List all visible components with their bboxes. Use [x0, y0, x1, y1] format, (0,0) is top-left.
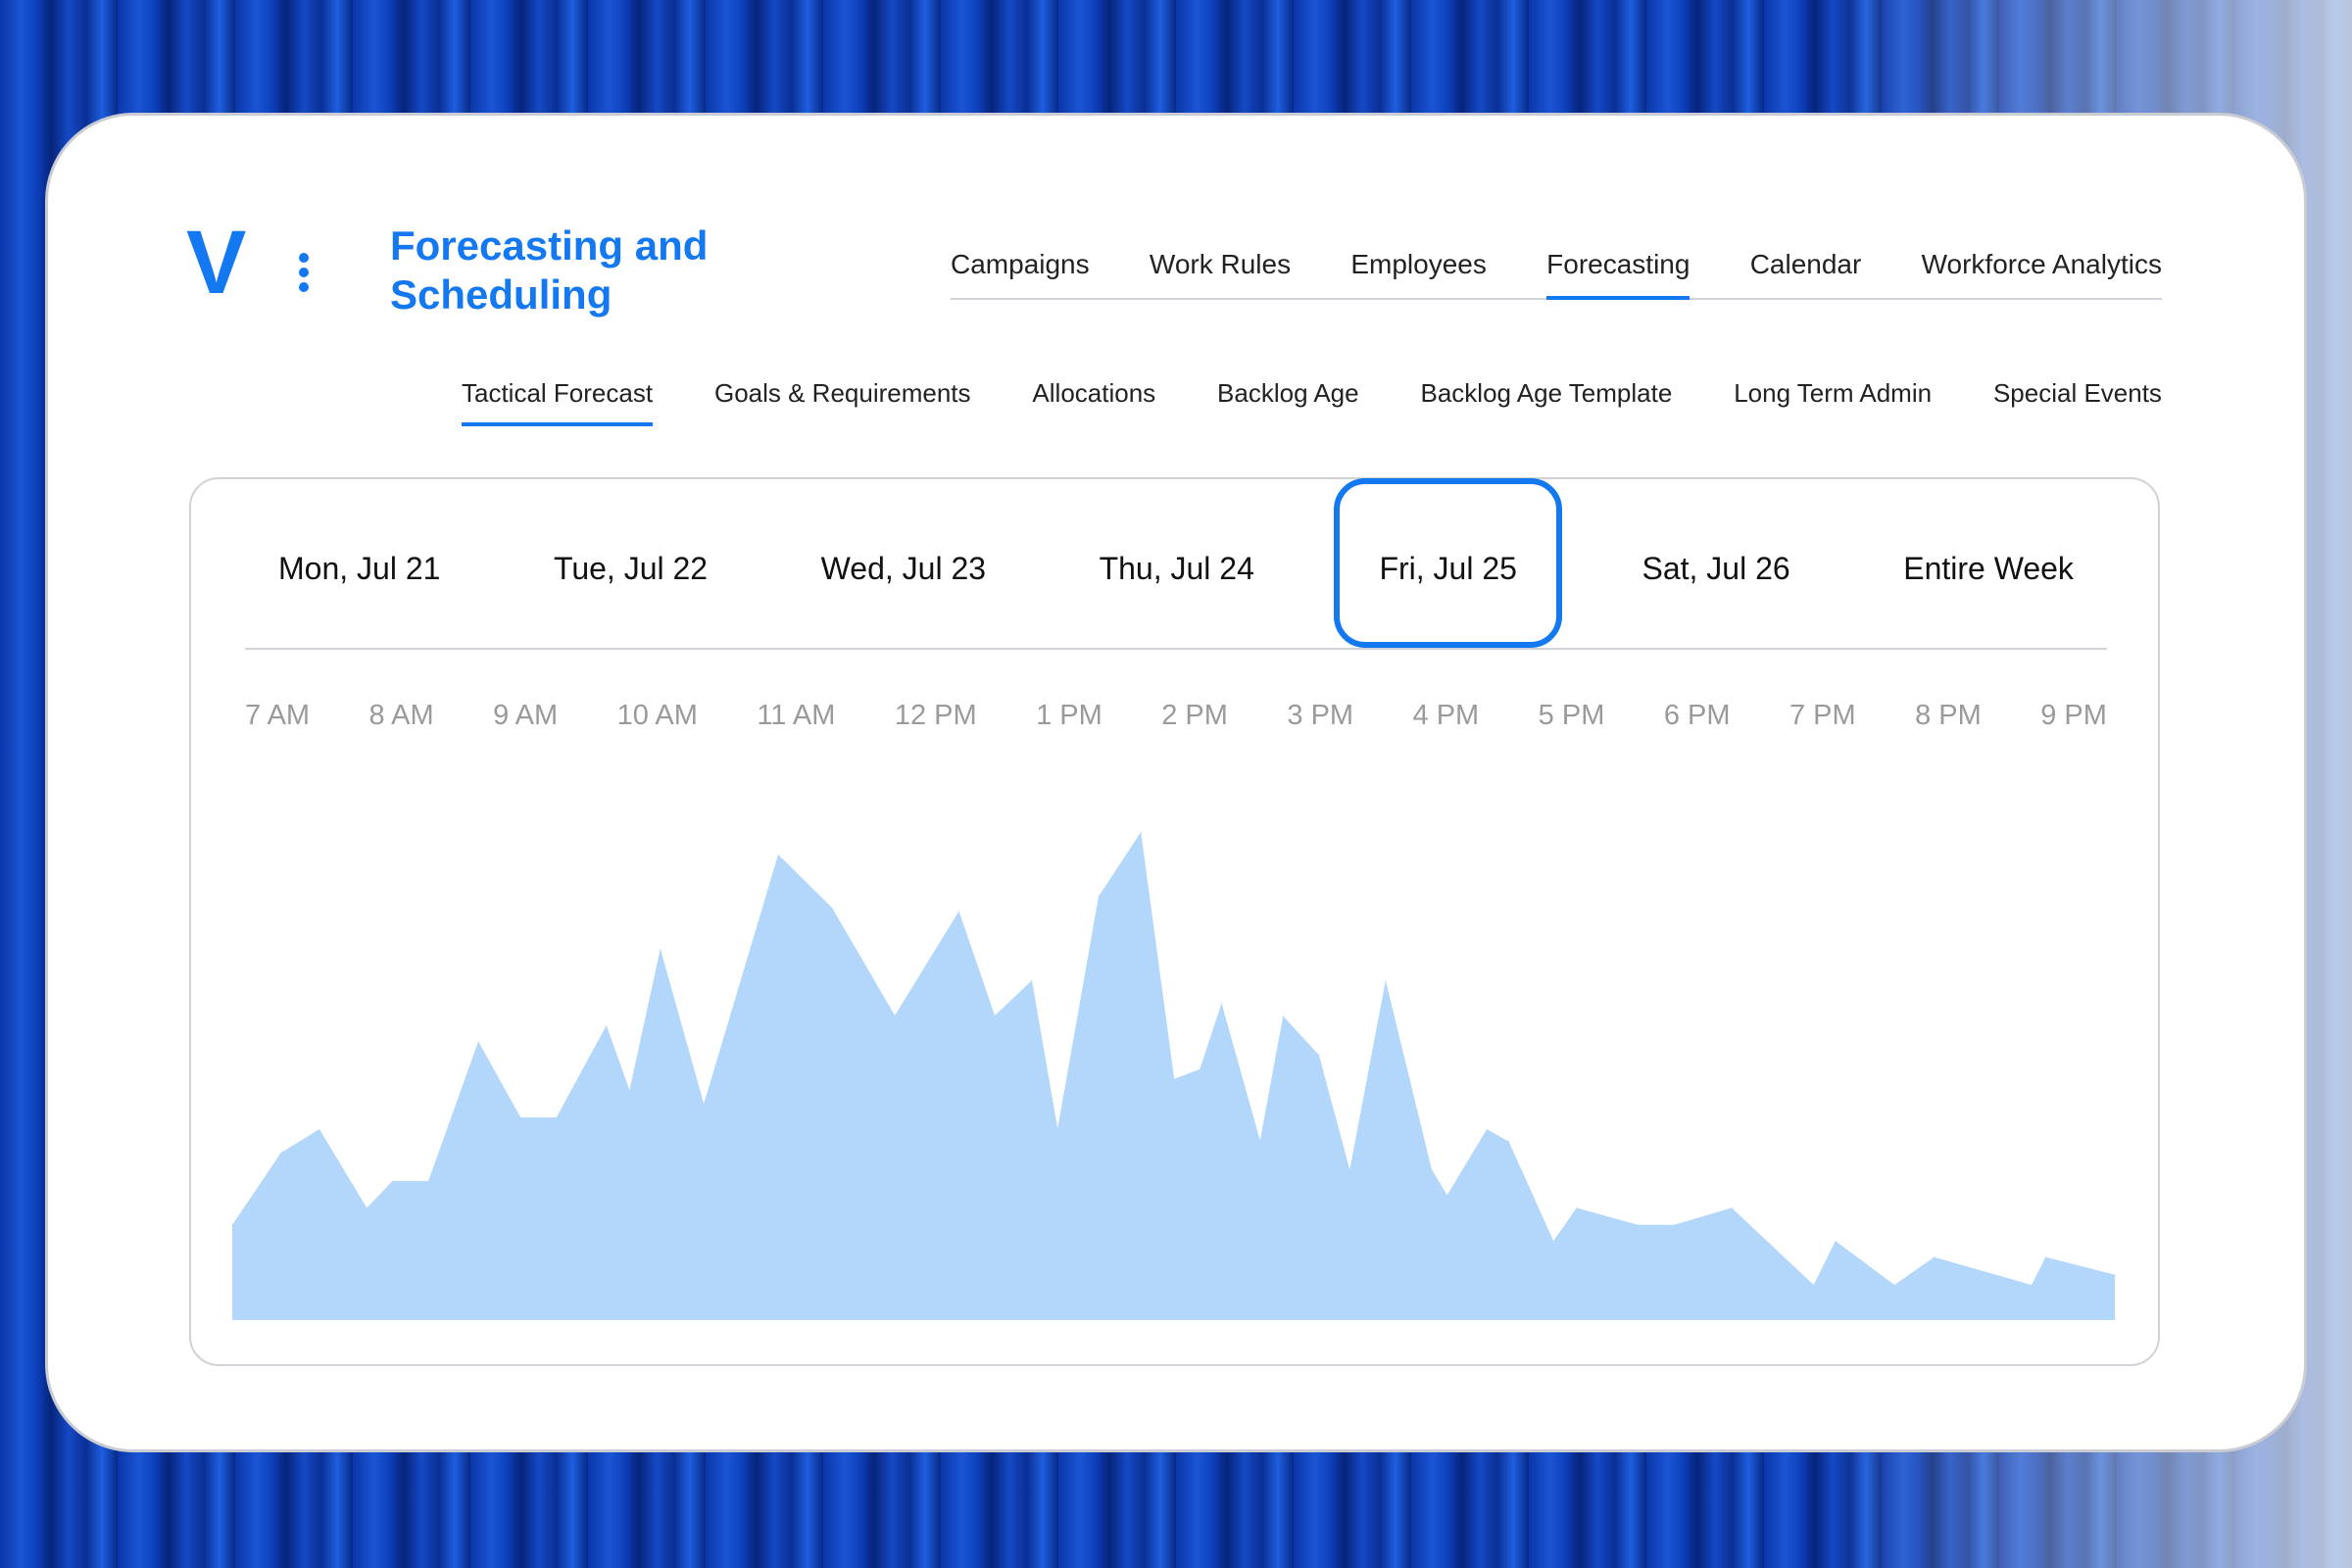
- hour-tick-label: 8 AM: [369, 700, 434, 732]
- subnav-tab-special-events[interactable]: Special Events: [1993, 378, 2162, 426]
- app-title-line2: Scheduling: [390, 270, 708, 319]
- hour-axis: 7 AM 8 AM 9 AM 10 AM 11 AM 12 PM 1 PM 2 PM 3 PM 4…: [245, 700, 2107, 732]
- day-tab-entire-week[interactable]: Entire Week: [1870, 478, 2107, 648]
- hour-tick-label: 2 PM: [1161, 700, 1228, 732]
- subnav-tab-goals-requirements[interactable]: Goals & Requirements: [714, 378, 971, 426]
- day-tabs: Mon, Jul 21 Tue, Jul 22 Wed, Jul 23 Thu, Ju…: [245, 478, 2107, 650]
- nav-tab-calendar[interactable]: Calendar: [1750, 249, 1862, 300]
- hour-tick-label: 12 PM: [895, 700, 977, 732]
- app-title-line1: Forecasting and: [390, 221, 708, 270]
- subnav-tab-allocations[interactable]: Allocations: [1032, 378, 1155, 426]
- nav-tab-campaigns[interactable]: Campaigns: [951, 249, 1090, 300]
- nav-tab-workforce-analytics[interactable]: Workforce Analytics: [1922, 249, 2162, 300]
- subnav-tab-tactical-forecast[interactable]: Tactical Forecast: [462, 378, 653, 426]
- sub-nav: Tactical Forecast Goals & Requirements All…: [462, 378, 2162, 426]
- main-nav: Campaigns Work Rules Employees Forecasting C…: [951, 249, 2162, 300]
- hour-tick-label: 9 AM: [493, 700, 558, 732]
- subnav-tab-backlog-age[interactable]: Backlog Age: [1217, 378, 1359, 426]
- hour-tick-label: 6 PM: [1664, 700, 1731, 732]
- hour-tick-label: 7 AM: [245, 700, 310, 732]
- day-tab-wed-jul-23[interactable]: Wed, Jul 23: [788, 478, 1019, 648]
- hour-tick-label: 10 AM: [617, 700, 698, 732]
- app-title: Forecasting and Scheduling: [390, 221, 708, 319]
- nav-tab-work-rules[interactable]: Work Rules: [1150, 249, 1291, 300]
- day-tab-sat-jul-26[interactable]: Sat, Jul 26: [1608, 478, 1823, 648]
- day-tab-thu-jul-24[interactable]: Thu, Jul 24: [1066, 478, 1288, 648]
- day-tab-fri-jul-25[interactable]: Fri, Jul 25: [1334, 478, 1561, 648]
- hour-tick-label: 11 AM: [757, 700, 835, 732]
- day-tab-tue-jul-22[interactable]: Tue, Jul 22: [520, 478, 741, 648]
- more-menu-icon[interactable]: [299, 253, 313, 297]
- day-tab-mon-jul-21[interactable]: Mon, Jul 21: [245, 478, 473, 648]
- subnav-tab-long-term-admin[interactable]: Long Term Admin: [1734, 378, 1932, 426]
- nav-tab-forecasting[interactable]: Forecasting: [1546, 249, 1690, 300]
- hour-tick-label: 9 PM: [2040, 700, 2107, 732]
- hour-tick-label: 4 PM: [1413, 700, 1480, 732]
- hour-tick-label: 8 PM: [1915, 700, 1982, 732]
- hour-tick-label: 3 PM: [1287, 700, 1353, 732]
- hour-tick-label: 1 PM: [1036, 700, 1102, 732]
- nav-tab-employees[interactable]: Employees: [1350, 249, 1487, 300]
- hour-tick-label: 5 PM: [1539, 700, 1605, 732]
- subnav-tab-backlog-age-template[interactable]: Backlog Age Template: [1421, 378, 1673, 426]
- hour-tick-label: 7 PM: [1789, 700, 1856, 732]
- app-logo[interactable]: V: [186, 218, 246, 308]
